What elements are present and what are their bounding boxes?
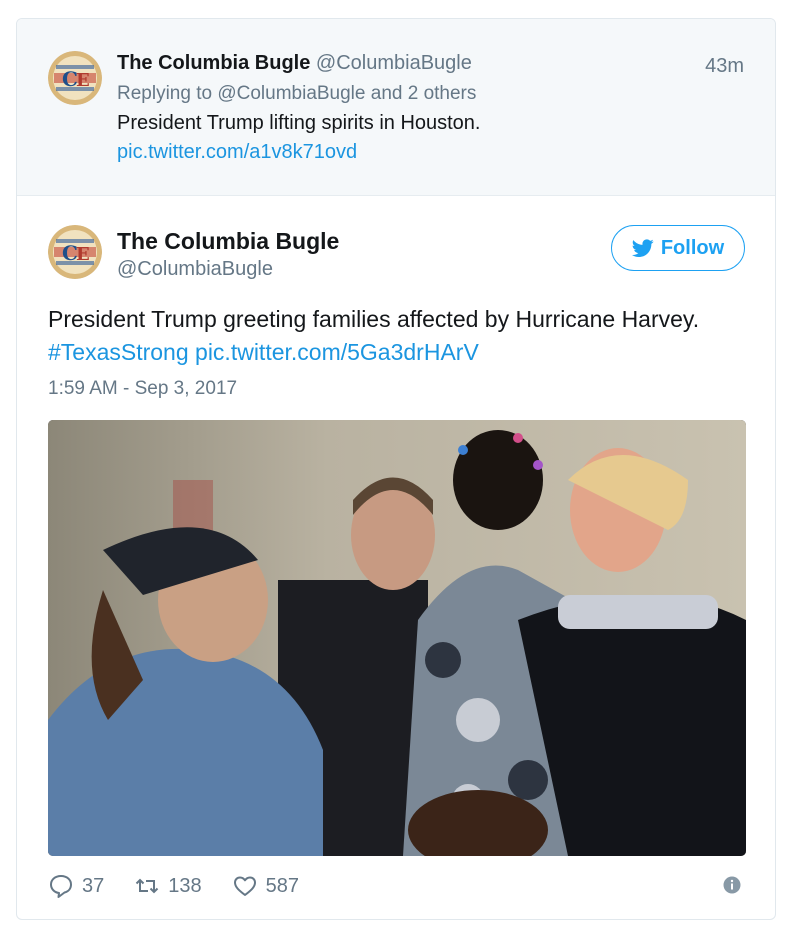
follow-label: Follow [660,236,725,259]
tweet-links: #TexasStrong pic.twitter.com/5Ga3drHArV [48,339,479,366]
svg-text:E: E [76,70,90,91]
hashtag-link[interactable]: #TexasStrong [48,339,189,365]
parent-tweet[interactable]: C E The Columbia Bugle @ColumbiaBugle 43… [17,19,775,196]
tweet-timestamp[interactable]: 1:59 AM - Sep 3, 2017 [48,378,237,400]
author-handle[interactable]: @ColumbiaBugle [316,52,472,74]
svg-text:E: E [76,244,90,265]
author-name[interactable]: The Columbia Bugle [117,228,339,255]
tweet-photo[interactable] [48,420,746,856]
tweet-text: President Trump greeting families affect… [48,306,700,332]
reply-icon [50,875,72,898]
retweet-action[interactable]: 138 [134,873,202,899]
parent-tweet-link[interactable]: pic.twitter.com/a1v8k71ovd [117,141,357,164]
tweet-embed-card: C E The Columbia Bugle @ColumbiaBugle 43… [16,18,776,920]
tweet-actions: 37 138 587 [48,871,329,901]
parent-author[interactable]: The Columbia Bugle @ColumbiaBugle [117,52,472,75]
columbia-bugle-logo-icon: C E [48,51,102,105]
avatar[interactable]: C E [48,51,102,105]
author-name[interactable]: The Columbia Bugle [117,52,310,74]
replying-to: Replying to @ColumbiaBugle and 2 others [117,83,477,104]
info-icon[interactable] [723,876,741,894]
author-handle[interactable]: @ColumbiaBugle [117,258,273,281]
twitter-bird-icon [631,238,654,257]
parent-tweet-text: President Trump lifting spirits in Houst… [117,112,481,134]
media-link[interactable]: pic.twitter.com/5Ga3drHArV [195,339,479,365]
like-count: 587 [265,874,299,897]
heart-icon [233,876,256,896]
relative-time[interactable]: 43m [705,55,744,78]
like-action[interactable]: 587 [232,873,299,899]
reply-count: 37 [82,874,105,897]
retweet-icon [136,878,159,894]
avatar[interactable]: C E [48,225,102,279]
reply-action[interactable]: 37 [48,873,104,899]
follow-button[interactable]: Follow [611,225,745,271]
photo-image [48,420,746,856]
retweet-count: 138 [168,874,202,897]
columbia-bugle-logo-icon: C E [48,225,102,279]
